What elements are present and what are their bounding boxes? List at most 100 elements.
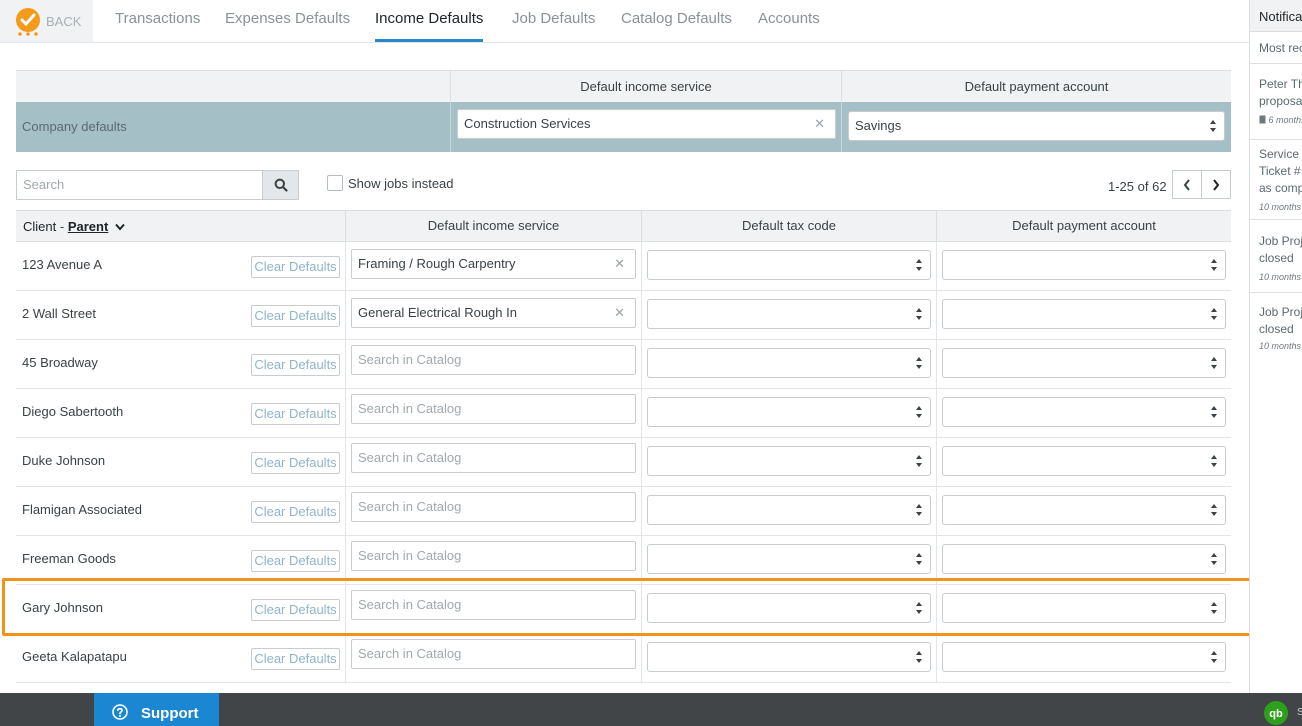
- search-button[interactable]: [262, 170, 299, 200]
- clear-defaults-button[interactable]: Clear Defaults: [251, 452, 340, 474]
- client-name[interactable]: Duke Johnson: [22, 453, 105, 468]
- notification-time: 10 months: [1259, 272, 1302, 282]
- income-service-search[interactable]: Search in Catalog: [351, 443, 636, 473]
- notification-item[interactable]: Service Ticket # as comp 10 months: [1250, 139, 1302, 219]
- search-input[interactable]: Search: [16, 170, 263, 200]
- table-row: 2 Wall Street Clear Defaults General Elect…: [16, 291, 1231, 340]
- select-arrows-icon: [916, 308, 922, 320]
- prev-page-button[interactable]: [1172, 170, 1202, 199]
- back-label: BACK: [46, 14, 82, 29]
- payment-account-select[interactable]: [942, 544, 1226, 574]
- payment-account-select[interactable]: [942, 593, 1226, 623]
- tab-transactions[interactable]: Transactions: [115, 10, 200, 42]
- clear-defaults-button[interactable]: Clear Defaults: [251, 599, 340, 621]
- table-row: 123 Avenue A Clear Defaults Framing / Roug…: [16, 242, 1231, 291]
- client-sort-header[interactable]: Client - Parent: [23, 219, 125, 234]
- payment-account-select[interactable]: [942, 446, 1226, 476]
- income-service-search[interactable]: Search in Catalog: [351, 492, 636, 522]
- client-name[interactable]: Diego Sabertooth: [22, 404, 123, 419]
- client-name[interactable]: Flamigan Associated: [22, 502, 142, 517]
- notification-time-text: 6 months: [1268, 115, 1302, 125]
- divider: [641, 634, 642, 683]
- select-arrows-icon: [916, 259, 922, 271]
- payment-account-select[interactable]: [942, 250, 1226, 280]
- clear-defaults-button[interactable]: Clear Defaults: [251, 305, 340, 327]
- clear-defaults-button[interactable]: Clear Defaults: [251, 354, 340, 376]
- svg-text:qb: qb: [1269, 708, 1283, 720]
- notification-line: closed: [1259, 251, 1294, 265]
- notification-item[interactable]: Peter Th proposa 6 months: [1250, 63, 1302, 139]
- table-row: Gary Johnson Clear Defaults Search in Cata…: [16, 585, 1231, 634]
- income-service-search[interactable]: Search in Catalog: [351, 345, 636, 375]
- divider: [641, 242, 642, 291]
- clear-defaults-button[interactable]: Clear Defaults: [251, 648, 340, 670]
- divider: [641, 438, 642, 487]
- income-service-search[interactable]: Search in Catalog: [351, 541, 636, 571]
- clear-x-icon[interactable]: ✕: [614, 299, 625, 327]
- tax-code-select[interactable]: [647, 250, 931, 280]
- income-service-field[interactable]: Framing / Rough Carpentry ✕: [351, 249, 636, 279]
- divider: [936, 389, 937, 438]
- payment-account-select[interactable]: [942, 348, 1226, 378]
- quickbooks-logo-icon[interactable]: qb: [1264, 701, 1288, 725]
- income-service-search[interactable]: Search in Catalog: [351, 590, 636, 620]
- tab-income-defaults[interactable]: Income Defaults: [375, 10, 484, 42]
- clear-x-icon[interactable]: ✕: [614, 250, 625, 278]
- clear-defaults-button[interactable]: Clear Defaults: [251, 501, 340, 523]
- clients-table-header: Client - Parent Default income service D…: [16, 210, 1231, 242]
- notification-item[interactable]: Job Proj closed 10 months: [1250, 292, 1302, 365]
- tax-code-select[interactable]: [647, 544, 931, 574]
- client-name[interactable]: Freeman Goods: [22, 551, 116, 566]
- payment-account-select[interactable]: [942, 397, 1226, 427]
- notification-time: 6 months: [1259, 115, 1302, 125]
- show-jobs-checkbox[interactable]: [327, 175, 343, 191]
- tax-code-select[interactable]: [647, 348, 931, 378]
- notification-line: Ticket #: [1259, 164, 1301, 178]
- chevron-down-icon[interactable]: [115, 223, 125, 231]
- client-name[interactable]: 45 Broadway: [22, 355, 98, 370]
- divider: [450, 102, 451, 152]
- tax-code-select[interactable]: [647, 397, 931, 427]
- income-service-search[interactable]: Search in Catalog: [351, 394, 636, 424]
- tax-code-select[interactable]: [647, 299, 931, 329]
- tab-catalog-defaults[interactable]: Catalog Defaults: [621, 10, 732, 42]
- clear-defaults-button[interactable]: Clear Defaults: [251, 403, 340, 425]
- notification-line: Peter Th: [1259, 77, 1302, 91]
- tab-expenses-defaults[interactable]: Expenses Defaults: [225, 10, 350, 42]
- tax-code-select[interactable]: [647, 446, 931, 476]
- payment-account-select[interactable]: [942, 299, 1226, 329]
- client-name[interactable]: 123 Avenue A: [22, 257, 102, 272]
- clear-defaults-button[interactable]: Clear Defaults: [251, 256, 340, 278]
- client-name[interactable]: Gary Johnson: [22, 600, 103, 615]
- clear-x-icon[interactable]: ✕: [814, 110, 825, 138]
- support-button[interactable]: Support: [94, 693, 219, 726]
- tax-code-select[interactable]: [647, 593, 931, 623]
- select-arrows-icon: [916, 602, 922, 614]
- tax-code-select[interactable]: [647, 642, 931, 672]
- parent-sort-link[interactable]: Parent: [68, 219, 108, 234]
- tax-code-select[interactable]: [647, 495, 931, 525]
- next-page-button[interactable]: [1201, 170, 1231, 199]
- app-logo-icon: [16, 8, 40, 36]
- company-payment-account-select[interactable]: Savings: [848, 111, 1225, 141]
- income-service-search[interactable]: Search in Catalog: [351, 639, 636, 669]
- tab-accounts[interactable]: Accounts: [758, 10, 820, 42]
- back-button[interactable]: BACK: [0, 0, 93, 42]
- income-service-value: Framing / Rough Carpentry: [358, 256, 516, 271]
- divider: [936, 438, 937, 487]
- client-name[interactable]: 2 Wall Street: [22, 306, 96, 321]
- select-arrows-icon: [1211, 406, 1217, 418]
- divider: [641, 340, 642, 389]
- select-arrows-icon: [1211, 308, 1217, 320]
- client-name[interactable]: Geeta Kalapatapu: [22, 649, 127, 664]
- clear-defaults-button[interactable]: Clear Defaults: [251, 550, 340, 572]
- tab-job-defaults[interactable]: Job Defaults: [512, 10, 595, 42]
- income-service-field[interactable]: General Electrical Rough In ✕: [351, 298, 636, 328]
- company-defaults-row: Company defaults Construction Services ✕…: [16, 102, 1231, 152]
- notification-item[interactable]: Job Proj closed 10 months: [1250, 219, 1302, 292]
- company-defaults-header: Default income service Default payment a…: [16, 70, 1231, 103]
- payment-account-select[interactable]: [942, 495, 1226, 525]
- company-income-service-field[interactable]: Construction Services ✕: [457, 109, 836, 139]
- divider: [345, 242, 346, 291]
- payment-account-select[interactable]: [942, 642, 1226, 672]
